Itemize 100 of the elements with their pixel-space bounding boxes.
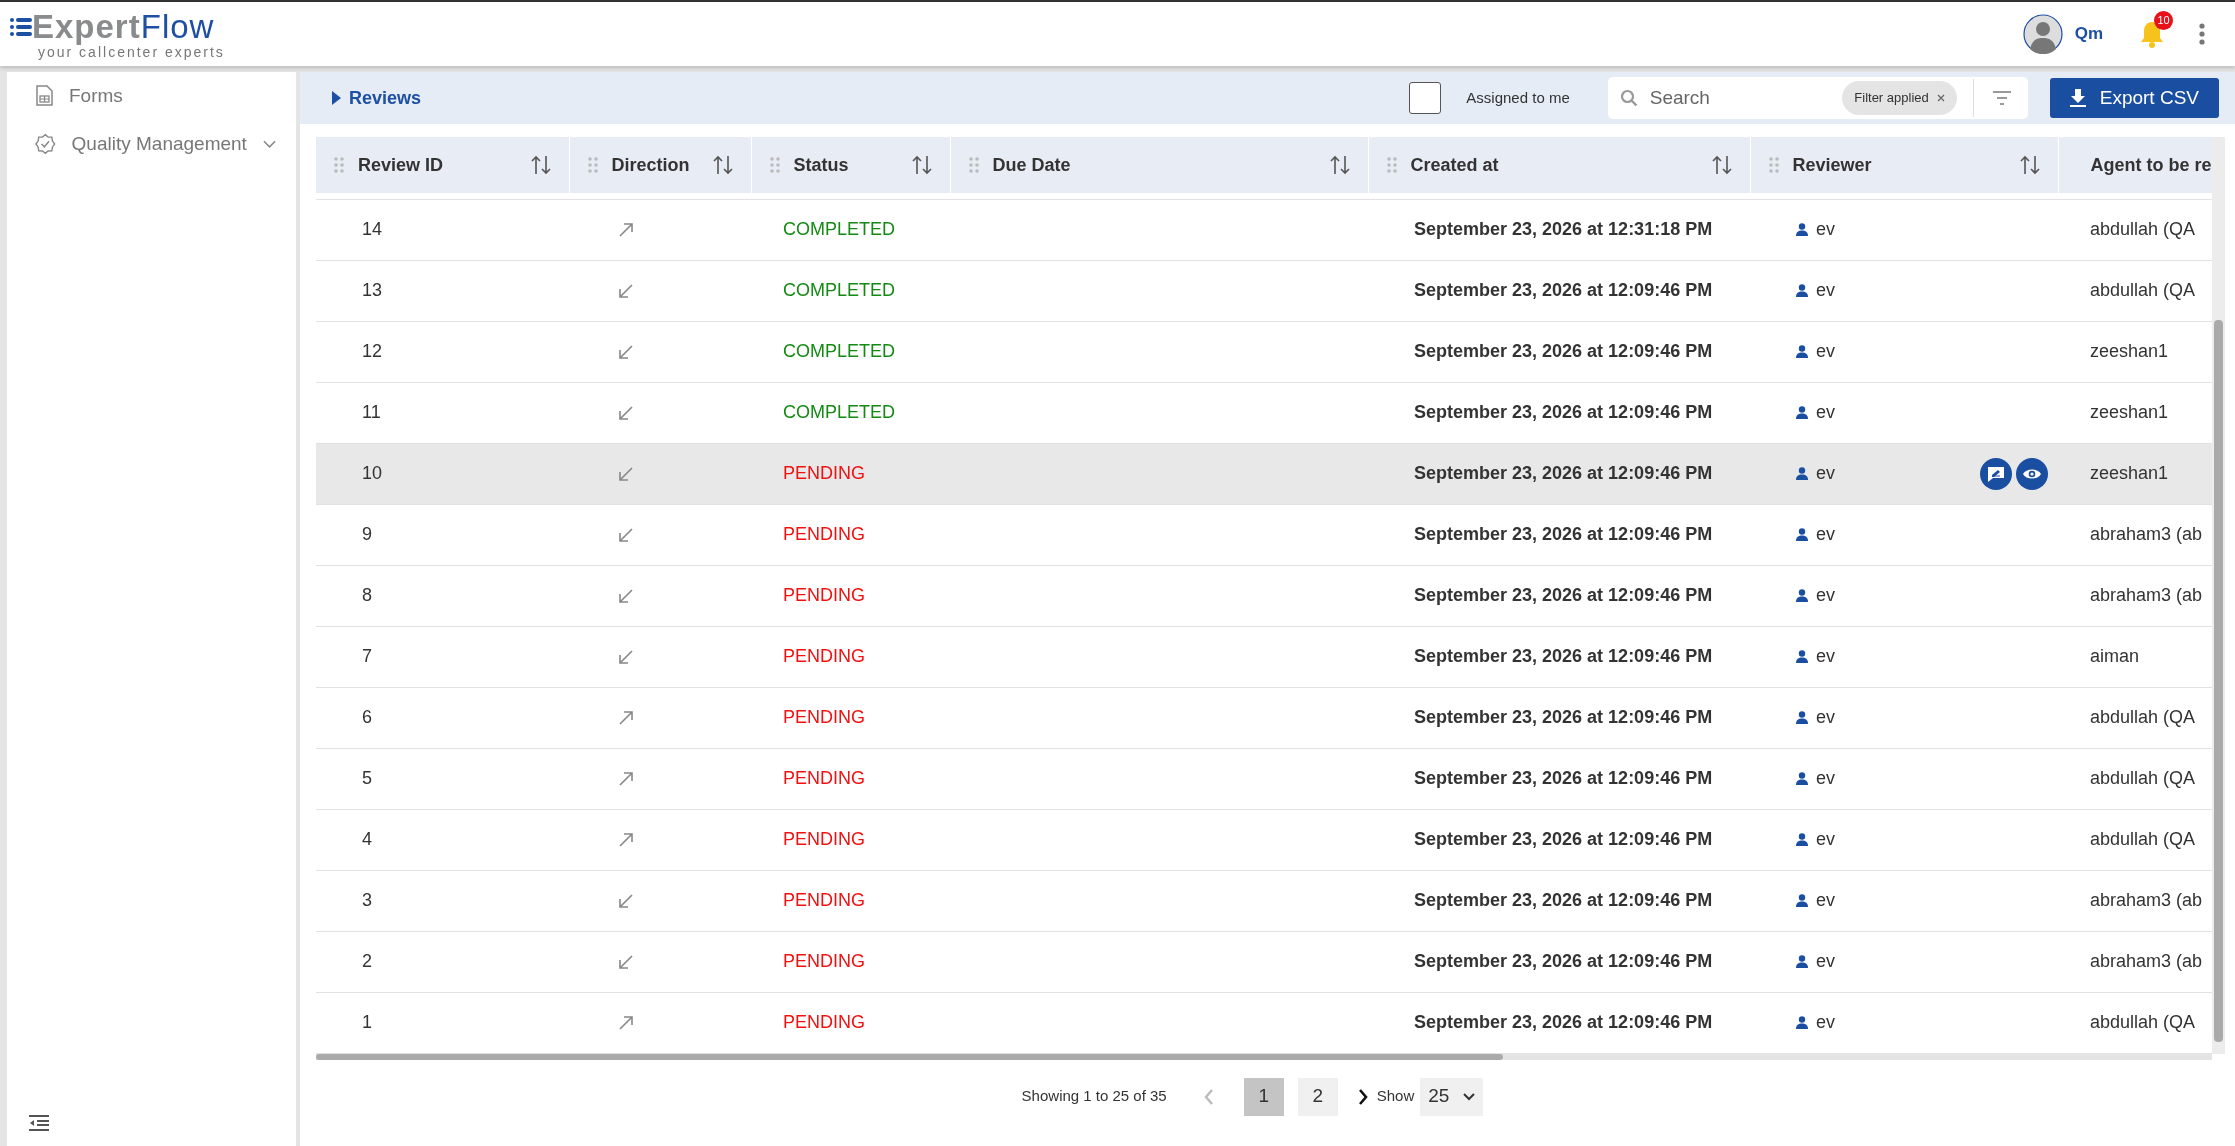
table-cell: abraham3 (ab bbox=[2090, 524, 2203, 544]
filter-icon[interactable] bbox=[1991, 91, 2012, 105]
arrow-up-right-icon bbox=[619, 1016, 633, 1031]
arrow-down-left-icon bbox=[619, 955, 633, 970]
table-cell: abdullah (QA bbox=[2090, 829, 2196, 849]
export-button[interactable]: Export CSV bbox=[2049, 78, 2219, 118]
table-row[interactable]: 7 PENDING September 23, 2026 at 12:09:46 PM ev aiman bbox=[316, 626, 2212, 687]
table-row[interactable]: 9 PENDING September 23, 2026 at 12:09:46 PM ev abraham3 (ab bbox=[316, 504, 2212, 565]
table-cell: abdullah (QA bbox=[2090, 219, 2196, 239]
table-row[interactable]: 5 PENDING September 23, 2026 at 12:09:46 PM ev abdullah (QA bbox=[316, 748, 2212, 809]
drag-handle-icon[interactable] bbox=[587, 157, 598, 173]
table-row[interactable]: 11 COMPLETED September 23, 2026 at 12:09:46 PM ev zeeshan1 bbox=[316, 382, 2212, 443]
status-text: PENDING bbox=[783, 1012, 865, 1032]
avatar-icon[interactable] bbox=[2022, 14, 2063, 54]
column-header[interactable]: Review ID bbox=[358, 151, 444, 179]
table-row[interactable]: 2 PENDING September 23, 2026 at 12:09:46 PM ev abraham3 (ab bbox=[316, 931, 2212, 992]
person-icon bbox=[1796, 650, 1808, 663]
table-cell: zeeshan1 bbox=[2090, 341, 2169, 361]
table-row[interactable]: 8 PENDING September 23, 2026 at 12:09:46 PM ev abraham3 (ab bbox=[316, 565, 2212, 626]
close-icon[interactable] bbox=[1936, 94, 1945, 102]
review-button[interactable] bbox=[1980, 457, 2012, 490]
table-cell-text: ev bbox=[1816, 218, 1835, 241]
next-page-icon[interactable] bbox=[1356, 1087, 1369, 1106]
table-cell: abdullah (QA bbox=[2090, 707, 2196, 727]
table-cell: 9 bbox=[362, 524, 372, 544]
drag-handle-icon[interactable] bbox=[1768, 157, 1779, 173]
drag-handle-icon[interactable] bbox=[769, 157, 780, 173]
drag-handle-icon[interactable] bbox=[334, 157, 344, 173]
status-text: PENDING bbox=[783, 707, 865, 727]
table-cell-text: ev bbox=[1816, 340, 1835, 363]
table-row[interactable]: 13 COMPLETED September 23, 2026 at 12:09:46 PM ev abdullah (QA bbox=[316, 260, 2212, 321]
table-row[interactable]: 4 PENDING September 23, 2026 at 12:09:46 PM ev abdullah (QA bbox=[316, 809, 2212, 870]
drag-handle-icon[interactable] bbox=[1386, 157, 1397, 173]
table-cell-text: ev bbox=[1816, 767, 1835, 790]
table-row[interactable]: 1 PENDING September 23, 2026 at 12:09:46 PM ev abdullah (QA bbox=[316, 992, 2212, 1053]
table-cell: September 23, 2026 at 12:09:46 PM bbox=[1414, 768, 1713, 788]
sort-icon[interactable] bbox=[911, 154, 932, 176]
status-text: PENDING bbox=[783, 951, 865, 971]
logo-icon bbox=[10, 17, 32, 37]
person-icon bbox=[1796, 284, 1808, 297]
table-cell: September 23, 2026 at 12:09:46 PM bbox=[1414, 1012, 1713, 1032]
column-header[interactable]: Reviewer bbox=[1792, 151, 1872, 179]
column-header[interactable]: Status bbox=[793, 151, 849, 179]
horizontal-scrollbar[interactable] bbox=[316, 1053, 2212, 1060]
logo-tagline: your callcenter experts bbox=[38, 44, 225, 59]
person-icon bbox=[1796, 589, 1808, 602]
filter-chip[interactable]: Filter applied bbox=[1842, 81, 1957, 115]
page-size-select[interactable]: 25 bbox=[1420, 1077, 1484, 1116]
table-cell-text: ev bbox=[1816, 279, 1835, 302]
table-cell: 11 bbox=[362, 402, 381, 422]
view-button[interactable] bbox=[2016, 457, 2048, 490]
table-row[interactable]: 10 PENDING September 23, 2026 at 12:09:46 PM ev zeeshan1 bbox=[316, 443, 2212, 504]
sort-icon[interactable] bbox=[530, 154, 551, 176]
sidebar-item[interactable]: Quality Management bbox=[7, 120, 296, 168]
arrow-down-left-icon bbox=[619, 406, 633, 421]
drag-handle-icon[interactable] bbox=[968, 157, 979, 173]
person-icon bbox=[1796, 345, 1808, 358]
table-cell: abdullah (QA bbox=[2090, 768, 2196, 788]
table-cell-text: ev bbox=[1816, 523, 1835, 546]
vertical-scrollbar[interactable] bbox=[2212, 137, 2225, 1054]
sort-icon[interactable] bbox=[1329, 154, 1350, 176]
table-row[interactable]: 3 PENDING September 23, 2026 at 12:09:46 PM ev abraham3 (ab bbox=[316, 870, 2212, 931]
page-button[interactable]: 1 bbox=[1243, 1077, 1284, 1116]
download-icon bbox=[2069, 89, 2086, 107]
table-row[interactable]: 12 COMPLETED September 23, 2026 at 12:09:46 PM ev zeeshan1 bbox=[316, 321, 2212, 382]
table-cell: zeeshan1 bbox=[2090, 402, 2169, 422]
column-header[interactable]: Created at bbox=[1410, 151, 1499, 179]
more-options-icon[interactable] bbox=[2199, 23, 2205, 45]
sort-icon[interactable] bbox=[1711, 154, 1732, 176]
table-row[interactable]: 6 PENDING September 23, 2026 at 12:09:46 PM ev abdullah (QA bbox=[316, 687, 2212, 748]
badge-check-icon bbox=[35, 133, 56, 155]
table-cell: 2 bbox=[362, 951, 372, 971]
form-icon bbox=[35, 85, 53, 107]
breadcrumb-link[interactable]: Reviews bbox=[332, 84, 422, 112]
table-cell: 12 bbox=[362, 341, 383, 361]
sidebar-item[interactable]: Forms bbox=[7, 72, 296, 120]
collapse-sidebar-icon[interactable] bbox=[27, 1113, 51, 1132]
status-text: COMPLETED bbox=[783, 341, 896, 361]
status-text: PENDING bbox=[783, 890, 865, 910]
page-button[interactable]: 2 bbox=[1297, 1077, 1338, 1116]
table-cell: September 23, 2026 at 12:09:46 PM bbox=[1414, 707, 1713, 727]
status-text: COMPLETED bbox=[783, 402, 896, 422]
table-row[interactable]: 14 COMPLETED September 23, 2026 at 12:31:18 PM ev abdullah (QA bbox=[316, 199, 2212, 260]
person-icon bbox=[1796, 223, 1808, 236]
table-cell: September 23, 2026 at 12:09:46 PM bbox=[1414, 280, 1713, 300]
chevron-down-icon bbox=[1463, 1092, 1476, 1101]
table-cell: 10 bbox=[362, 463, 383, 483]
table-cell: abdullah (QA bbox=[2090, 280, 2196, 300]
page-size-label: Show bbox=[1376, 1086, 1415, 1107]
table-cell: zeeshan1 bbox=[2090, 463, 2169, 483]
sort-icon[interactable] bbox=[2019, 154, 2040, 176]
sort-icon[interactable] bbox=[712, 154, 733, 176]
column-header[interactable]: Due Date bbox=[992, 151, 1071, 179]
user-name[interactable]: Qm bbox=[2074, 21, 2103, 47]
table-cell: abdullah (QA bbox=[2090, 1012, 2196, 1032]
search-field[interactable]: Search Filter applied bbox=[1607, 77, 2028, 119]
table-cell: 4 bbox=[362, 829, 372, 849]
arrow-down-left-icon bbox=[619, 345, 633, 360]
checkbox[interactable] bbox=[1409, 82, 1442, 114]
table-cell: 14 bbox=[362, 219, 383, 239]
